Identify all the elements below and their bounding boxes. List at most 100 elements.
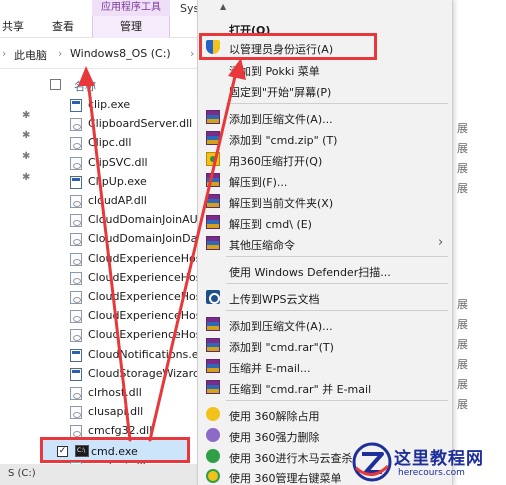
menu-item-rar-email[interactable]: 压缩并 E-mail... bbox=[198, 356, 452, 377]
background-text: 展 bbox=[457, 182, 468, 195]
menu-item-open-360[interactable]: 用360压缩打开(Q) bbox=[198, 149, 452, 170]
address-bar[interactable]: › 此电脑 › Windows8_OS (C:) › bbox=[0, 39, 200, 69]
file-name: CloudExperienceHost bbox=[88, 309, 200, 323]
menu-item-extract-cmd[interactable]: 解压到 cmd\ (E) bbox=[198, 212, 452, 233]
exe-file-icon bbox=[70, 367, 82, 381]
menu-item-label: 解压到(F)... bbox=[229, 176, 288, 189]
file-name: cmcfg32.dll bbox=[88, 424, 153, 438]
file-row[interactable]: clusapi.dll bbox=[66, 403, 200, 422]
dll-file-icon bbox=[70, 271, 82, 285]
file-row[interactable]: CloudExperienceHost bbox=[66, 307, 200, 326]
winrar-icon bbox=[206, 380, 220, 394]
menu-item-add-cmd-zip[interactable]: 添加到 "cmd.zip" (T) bbox=[198, 128, 452, 149]
menu-item-add-archive[interactable]: 添加到压缩文件(A)... bbox=[198, 107, 452, 128]
dll-file-icon bbox=[70, 233, 82, 247]
file-row[interactable]: ClipboardServer.dll bbox=[66, 115, 200, 134]
menu-item-rar-add[interactable]: 添加到压缩文件(A)... bbox=[198, 314, 452, 335]
file-name: ClipboardServer.dll bbox=[88, 117, 193, 131]
menu-item-defender-scan[interactable]: 使用 Windows Defender扫描... bbox=[198, 260, 452, 281]
file-row[interactable]: clip.exe bbox=[66, 96, 200, 115]
file-row[interactable]: CloudExperienceHost bbox=[66, 250, 200, 269]
breadcrumb-this-pc[interactable]: 此电脑 bbox=[14, 47, 47, 63]
menu-item-label: 使用 Windows Defender扫描... bbox=[229, 266, 391, 279]
tab-manage[interactable]: 管理 bbox=[92, 16, 170, 38]
menu-item-label: 解压到当前文件夹(X) bbox=[229, 197, 334, 210]
breadcrumb-drive[interactable]: Windows8_OS (C:) bbox=[70, 47, 171, 60]
menu-item-other-commands[interactable]: 其他压缩命令 › bbox=[198, 233, 452, 254]
file-row[interactable]: CloudNotifications.exe bbox=[66, 346, 200, 365]
menu-item-wps-upload[interactable]: 上传到WPS云文档 bbox=[198, 287, 452, 308]
menu-item-add-pokki[interactable]: 添加到 Pokki 菜单 bbox=[198, 59, 452, 80]
menu-item-label: 添加到压缩文件(A)... bbox=[229, 113, 333, 126]
file-name: Clipc.dll bbox=[88, 136, 132, 150]
file-row[interactable]: cloudAP.dll bbox=[66, 192, 200, 211]
file-name: CloudExperienceHost bbox=[88, 290, 200, 303]
file-row[interactable]: CloudExperienceHost bbox=[66, 326, 200, 345]
status-bar: S (C:) bbox=[0, 464, 200, 485]
file-row[interactable]: CloudDomainJoinAUG bbox=[66, 211, 200, 230]
navigation-pane: ✱ ✱ ✱ ✱ bbox=[0, 70, 42, 440]
menu-separator bbox=[226, 283, 448, 284]
site-watermark: 这里教程网 herecours.com bbox=[352, 442, 504, 484]
dll-file-icon bbox=[70, 214, 82, 228]
exe-file-icon bbox=[70, 348, 82, 362]
file-row[interactable]: ClipUp.exe bbox=[66, 173, 200, 192]
pin-icon: ✱ bbox=[22, 172, 31, 183]
dll-file-icon bbox=[70, 406, 82, 420]
pin-icon: ✱ bbox=[22, 130, 31, 141]
select-all-checkbox[interactable] bbox=[50, 79, 61, 90]
scroll-up-icon[interactable]: ▲ bbox=[220, 2, 226, 11]
file-row[interactable]: CloudStorageWizard bbox=[66, 365, 200, 384]
file-name: CloudDomainJoinData bbox=[88, 232, 200, 246]
watermark-url: herecours.com bbox=[398, 468, 465, 478]
site-logo-icon bbox=[352, 442, 392, 482]
menu-item-label: 用360压缩打开(Q) bbox=[229, 155, 323, 168]
winrar-icon bbox=[206, 194, 220, 208]
winrar-icon bbox=[206, 236, 220, 250]
file-name: CloudDomainJoinAUG bbox=[88, 213, 200, 227]
background-text: 展 bbox=[457, 142, 468, 155]
highlight-box bbox=[199, 33, 377, 60]
checkbox-checked[interactable]: ✓ bbox=[57, 446, 68, 457]
dll-file-icon bbox=[70, 329, 82, 343]
menu-item-pin-start[interactable]: 固定到"开始"屏幕(P) bbox=[198, 80, 452, 101]
menu-item-extract-here[interactable]: 解压到当前文件夹(X) bbox=[198, 191, 452, 212]
file-row[interactable]: CloudExperienceHost bbox=[66, 269, 200, 288]
file-row[interactable]: CloudExperienceHost bbox=[66, 288, 200, 307]
menu-separator bbox=[226, 310, 448, 311]
breadcrumb-chevron[interactable]: › bbox=[190, 47, 194, 60]
breadcrumb-chevron[interactable]: › bbox=[58, 47, 62, 60]
menu-item-rar-add-cmd[interactable]: 添加到 "cmd.rar"(T) bbox=[198, 335, 452, 356]
menu-item-label: 添加到 "cmd.rar"(T) bbox=[229, 341, 334, 354]
menu-item-label: 其他压缩命令 bbox=[229, 239, 295, 252]
360-menu-icon bbox=[206, 469, 220, 483]
menu-item-label: 使用 360解除占用 bbox=[229, 410, 320, 423]
360-scan-icon bbox=[206, 449, 220, 463]
cmd-exe-icon: C:\ bbox=[75, 445, 89, 457]
dll-file-icon bbox=[70, 137, 82, 151]
watermark-title: 这里教程网 bbox=[394, 449, 484, 469]
background-text: 展 bbox=[457, 122, 468, 135]
file-row[interactable]: Clipc.dll bbox=[66, 134, 200, 153]
file-row[interactable]: clrhost.dll bbox=[66, 384, 200, 403]
context-menu: ▲ 打开(O) 以管理员身份运行(A) 添加到 Pokki 菜单 固定到"开始"… bbox=[197, 0, 453, 485]
background-text: 展 bbox=[457, 318, 468, 331]
pin-icon: ✱ bbox=[22, 110, 31, 121]
file-row[interactable]: ClipSVC.dll bbox=[66, 154, 200, 173]
file-name: clrhost.dll bbox=[88, 386, 142, 399]
submenu-arrow-icon: › bbox=[438, 235, 444, 250]
menu-item-rar-cmd-email[interactable]: 压缩到 "cmd.rar" 并 E-mail bbox=[198, 377, 452, 398]
dll-file-icon bbox=[70, 387, 82, 400]
menu-item-label: 压缩并 E-mail... bbox=[229, 362, 311, 375]
dll-file-icon bbox=[70, 252, 82, 266]
file-row[interactable]: CloudDomainJoinData bbox=[66, 230, 200, 249]
column-name-header[interactable]: 名称 bbox=[74, 78, 96, 94]
tab-share[interactable]: 共享 bbox=[2, 18, 24, 34]
breadcrumb-chevron[interactable]: › bbox=[2, 47, 6, 60]
menu-item-extract-to[interactable]: 解压到(F)... bbox=[198, 170, 452, 191]
background-text: 展 bbox=[457, 398, 468, 411]
file-name: cmd.exe bbox=[91, 445, 138, 458]
menu-item-360-unlock[interactable]: 使用 360解除占用 bbox=[198, 404, 452, 425]
tab-view[interactable]: 查看 bbox=[52, 18, 74, 34]
background-window: 展展展展展展展展展展 bbox=[452, 0, 506, 485]
